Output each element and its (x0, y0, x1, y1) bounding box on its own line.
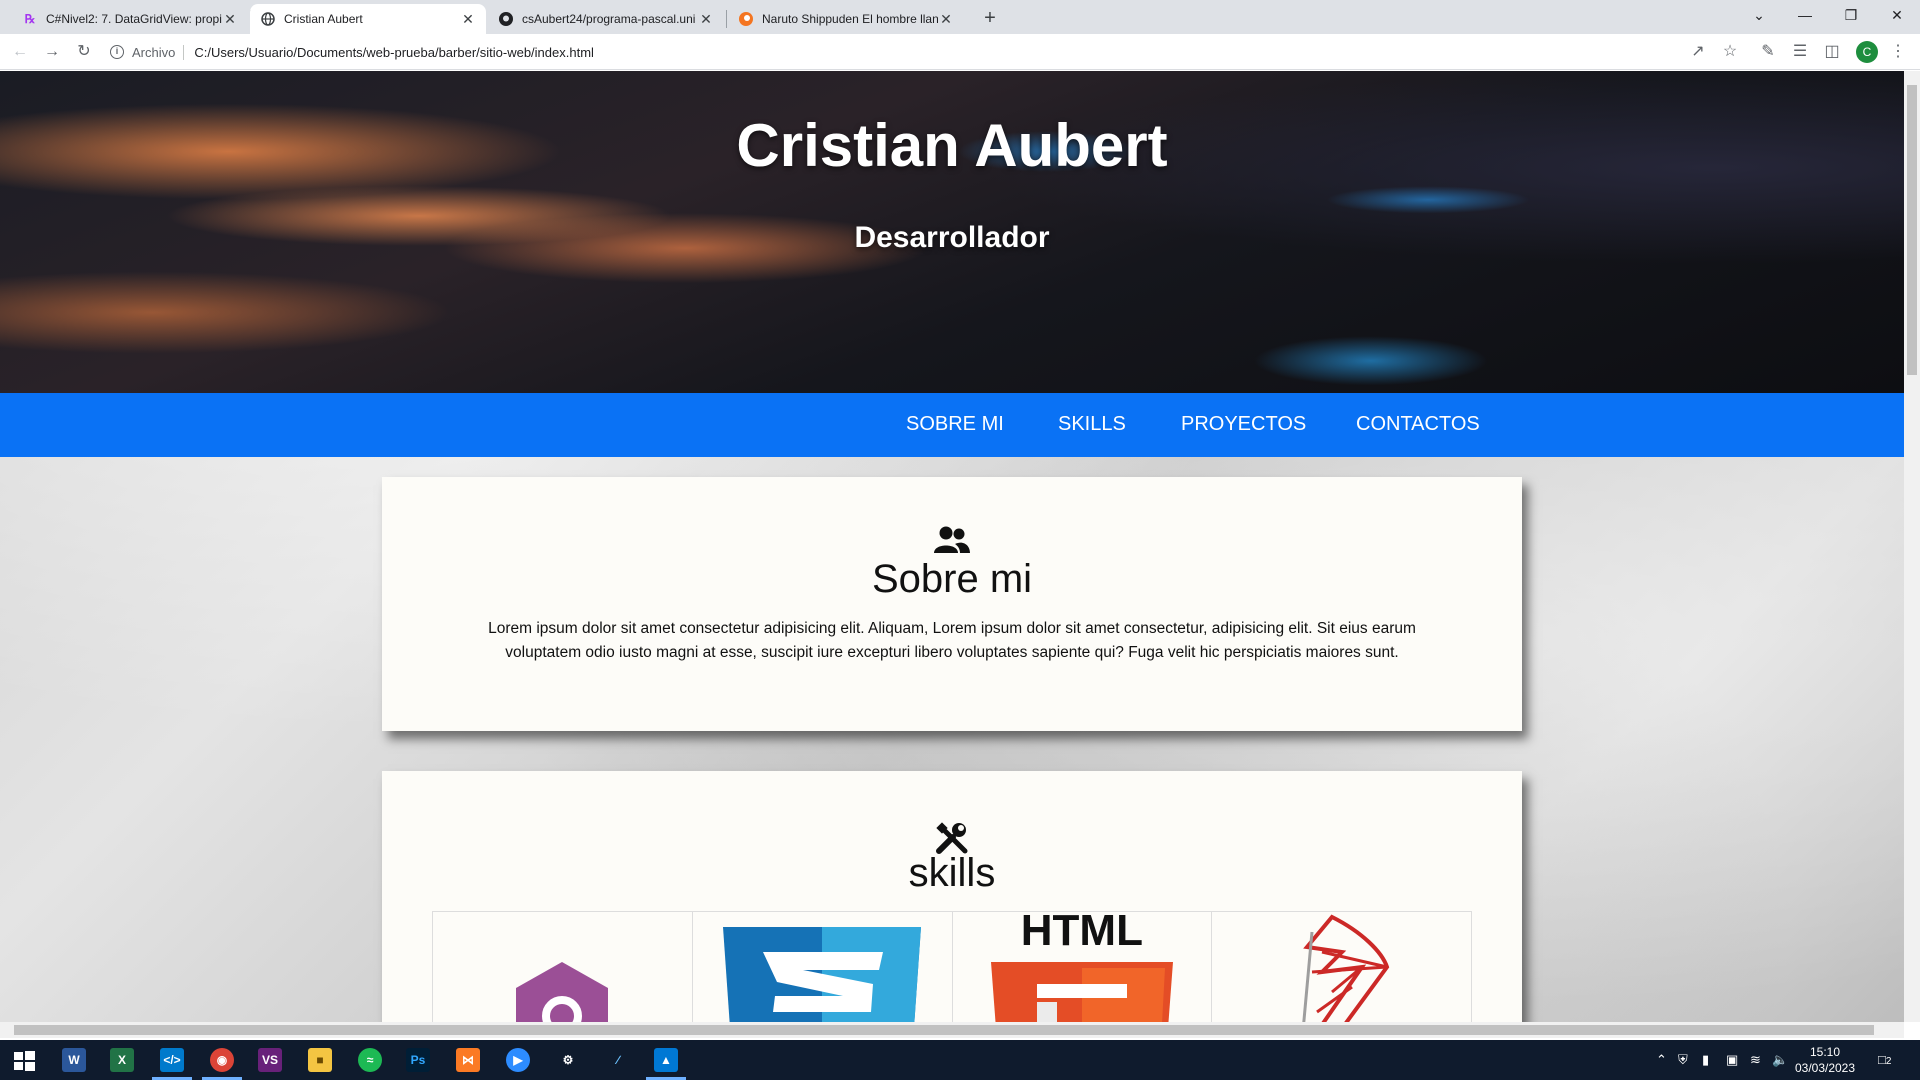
share-icon[interactable]: ↗ (1684, 38, 1712, 66)
close-icon[interactable]: ✕ (222, 11, 238, 28)
battery-icon[interactable]: ▮ (1702, 1052, 1709, 1068)
photos-icon[interactable]: ▲ (654, 1048, 678, 1072)
github-icon (498, 11, 514, 27)
tab-github[interactable]: csAubert24/programa-pascal.uni ✕ (488, 4, 724, 34)
vertical-scrollbar[interactable] (1904, 71, 1920, 1022)
tab-title: C#Nivel2: 7. DataGridView: propi (46, 12, 222, 26)
nav-contactos[interactable]: CONTACTOS (1356, 413, 1480, 436)
spotify-icon[interactable]: ≈ (358, 1048, 382, 1072)
close-window-icon[interactable]: ✕ (1874, 0, 1920, 30)
photoshop-icon[interactable]: Ps (406, 1048, 430, 1072)
hero-title: Cristian Aubert (736, 112, 1168, 179)
tab-cristian-aubert[interactable]: Cristian Aubert ✕ (250, 4, 486, 34)
tab-separator (726, 10, 727, 28)
notification-count: 2 (1885, 1056, 1892, 1067)
css3-logo (693, 912, 953, 1022)
tray-chevron-icon[interactable]: ⌃ (1656, 1052, 1667, 1068)
nav-skills[interactable]: SKILLS (1058, 413, 1126, 436)
settings-icon[interactable]: ⚙ (556, 1048, 580, 1072)
vscode-icon[interactable]: </> (160, 1048, 184, 1072)
tab-title: Cristian Aubert (284, 12, 363, 26)
udemy-icon: ℞ (24, 12, 36, 26)
volume-icon[interactable]: 🔈 (1772, 1052, 1788, 1068)
word-icon[interactable]: W (62, 1048, 86, 1072)
html5-logo: HTML (953, 912, 1213, 1022)
users-icon (382, 525, 1522, 560)
main-nav: SOBRE MI SKILLS PROYECTOS CONTACTOS (0, 393, 1904, 457)
clock-time: 15:10 (1809, 1045, 1841, 1059)
chrome-icon[interactable]: ◉ (210, 1048, 234, 1072)
csharp-logo (433, 912, 693, 1022)
azure-data-studio-icon[interactable]: ∕ (606, 1048, 630, 1072)
excel-icon[interactable]: X (110, 1048, 134, 1072)
visual-studio-icon[interactable]: VS (258, 1048, 282, 1072)
tab-search-icon[interactable]: ⌄ (1736, 0, 1782, 30)
extensions-icon[interactable]: ✎ (1754, 38, 1782, 66)
crunchyroll-icon (738, 11, 754, 27)
restore-icon[interactable]: ❐ (1828, 0, 1874, 30)
xampp-icon[interactable]: ⋈ (456, 1048, 480, 1072)
back-icon[interactable]: ← (6, 38, 34, 66)
media-icon[interactable]: ☰ (1786, 38, 1814, 66)
notifications-icon[interactable]: □2 (1878, 1052, 1891, 1067)
address-url[interactable]: C:/Users/Usuario/Documents/web-prueba/ba… (194, 45, 594, 60)
nav-sobre-mi[interactable]: SOBRE MI (906, 413, 1004, 436)
globe-icon (260, 11, 276, 27)
hero-banner: Cristian Aubert Desarrollador (0, 71, 1904, 393)
info-icon[interactable]: i (110, 45, 124, 59)
address-scheme: Archivo (132, 44, 185, 60)
browser-tab-bar: ℞ C#Nivel2: 7. DataGridView: propi ✕ Cri… (0, 0, 1920, 34)
reload-icon[interactable]: ↻ (70, 38, 98, 66)
clock-date: 03/03/2023 (1794, 1061, 1856, 1075)
wifi-icon[interactable]: ≋ (1750, 1052, 1761, 1068)
address-bar[interactable]: i Archivo C:/Users/Usuario/Documents/web… (110, 39, 1710, 65)
system-clock[interactable]: 15:10 03/03/2023 (1790, 1044, 1860, 1076)
side-panel-icon[interactable]: ◫ (1818, 38, 1846, 66)
forward-icon[interactable]: → (38, 38, 66, 66)
page-viewport: Cristian Aubert Desarrollador SOBRE MI S… (0, 71, 1904, 1022)
tab-title: Naruto Shippuden El hombre llan (762, 12, 938, 26)
bookmark-star-icon[interactable]: ☆ (1716, 38, 1744, 66)
scrollbar-thumb[interactable] (14, 1025, 1874, 1035)
close-icon[interactable]: ✕ (938, 11, 954, 28)
about-text: Lorem ipsum dolor sit amet consectetur a… (488, 620, 1416, 661)
close-icon[interactable]: ✕ (460, 11, 476, 28)
tab-crunchyroll[interactable]: Naruto Shippuden El hombre llan ✕ (728, 4, 964, 34)
sql-server-logo (1212, 912, 1471, 1022)
menu-icon[interactable]: ⋮ (1884, 38, 1912, 66)
minimize-icon[interactable]: — (1782, 0, 1828, 30)
security-icon[interactable]: ⛨ (1678, 1052, 1688, 1068)
nav-proyectos[interactable]: PROYECTOS (1181, 413, 1306, 436)
close-icon[interactable]: ✕ (698, 11, 714, 28)
tab-title: csAubert24/programa-pascal.uni (522, 12, 696, 26)
browser-toolbar: ← → ↻ i Archivo C:/Users/Usuario/Documen… (0, 34, 1920, 70)
about-title: Sobre mi (871, 557, 1033, 601)
file-explorer-icon[interactable]: ■ (308, 1048, 332, 1072)
start-icon[interactable] (12, 1048, 36, 1072)
profile-avatar[interactable]: C (1856, 41, 1878, 63)
zoom-icon[interactable]: ▶ (506, 1048, 530, 1072)
scrollbar-thumb[interactable] (1907, 85, 1917, 375)
new-tab-button[interactable]: + (976, 4, 1004, 32)
skills-card: skills HTML (382, 771, 1522, 1022)
meet-icon[interactable]: ▣ (1726, 1052, 1738, 1068)
skills-title: skills (908, 851, 996, 895)
horizontal-scrollbar[interactable] (0, 1022, 1904, 1038)
about-card: Sobre mi Lorem ipsum dolor sit amet cons… (382, 477, 1522, 731)
tab-udemy[interactable]: ℞ C#Nivel2: 7. DataGridView: propi ✕ (12, 4, 248, 34)
skills-grid: HTML (432, 911, 1472, 1022)
hero-subtitle: Desarrollador (854, 221, 1050, 254)
windows-taskbar: W X </> ◉ VS ■ ≈ Ps ⋈ ▶ ⚙ ∕ ▲ ⌃ ⛨ ▮ ▣ ≋ … (0, 1040, 1920, 1080)
